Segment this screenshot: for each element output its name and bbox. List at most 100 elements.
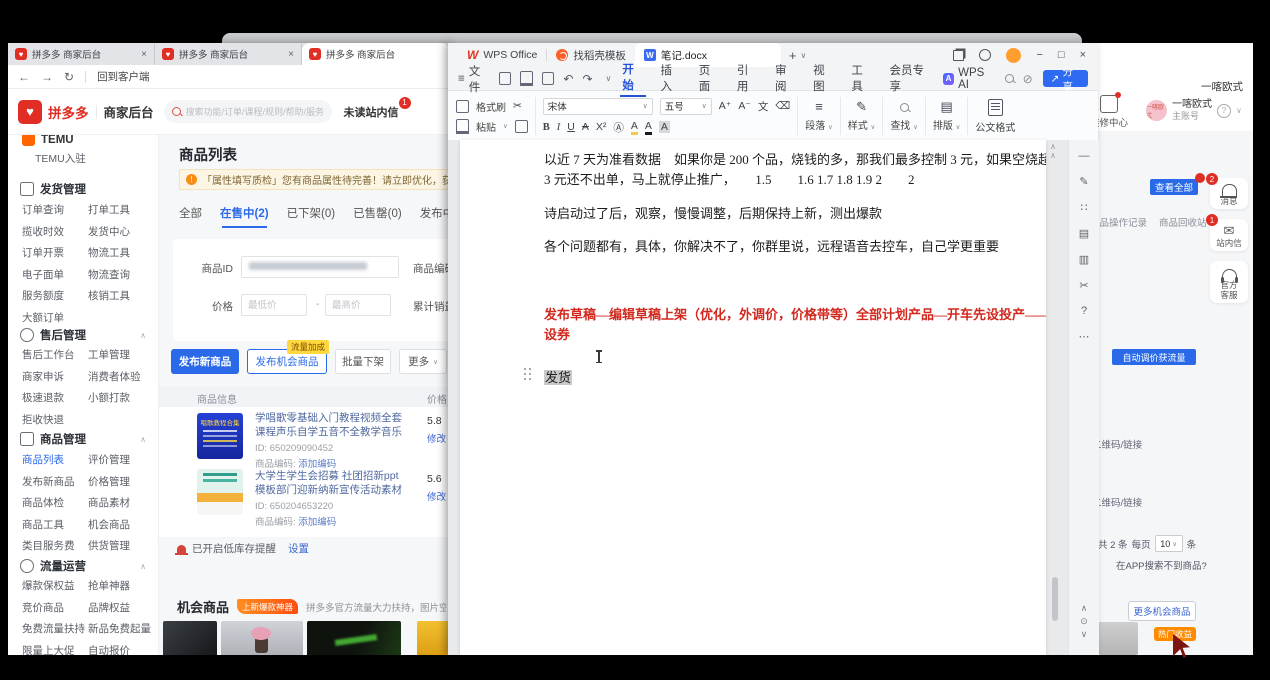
opportunity-image[interactable] <box>163 621 217 657</box>
enclosed-char-icon[interactable]: Ⓐ <box>613 120 624 135</box>
font-name-select[interactable]: 宋体∨ <box>543 98 653 115</box>
recycle-bin-link[interactable]: 商品回收站 <box>1159 215 1207 229</box>
sidebar-item[interactable]: 商品工具 <box>22 517 88 532</box>
undo-icon[interactable]: ↶ <box>563 72 573 86</box>
find-group[interactable]: 查找 ∨ <box>890 100 918 132</box>
app-search-tip-link[interactable]: 在APP搜索不到商品? <box>1116 558 1207 572</box>
batch-off-button[interactable]: 批量下架 <box>335 349 391 374</box>
product-title-link[interactable]: 学唱歌零基础入门教程视频全套课程声乐自学五音不全教学音乐技巧 <box>255 411 405 439</box>
close-icon[interactable]: × <box>141 49 147 60</box>
sidebar-section-aftersale[interactable]: 售后管理 ∧ <box>20 327 146 343</box>
menu-tab[interactable]: 插入 <box>659 62 684 96</box>
sidebar-item[interactable]: 商家申诉 <box>22 369 88 384</box>
paragraph-drag-handle[interactable] <box>524 368 532 381</box>
paragraph-group[interactable]: ≡ 段落 ∨ <box>805 100 833 132</box>
sidebar-item[interactable]: 新品免费起量 <box>88 621 148 636</box>
product-title-link[interactable]: 大学生学生会招募 社团招新ppt模板部门迎新纳新宣传活动素材ppt <box>255 469 405 497</box>
skin-icon[interactable] <box>979 49 991 61</box>
forward-icon[interactable]: → <box>41 70 53 84</box>
sidebar-item[interactable]: 服务额度 <box>22 288 88 303</box>
status-tab[interactable]: 已售罄(0) <box>353 205 402 228</box>
menu-tab[interactable]: 审阅 <box>773 62 798 96</box>
sidebar-item[interactable]: 机会商品 <box>88 517 148 532</box>
menu-tab[interactable]: 工具 <box>849 62 874 96</box>
sidebar-item[interactable]: 消费者体验 <box>88 369 148 384</box>
italic-icon[interactable]: I <box>557 122 561 133</box>
back-to-client-link[interactable]: 回到客户端 <box>97 69 150 84</box>
help-icon[interactable]: ? <box>1217 104 1231 118</box>
chart-tool-icon[interactable]: ▥ <box>1079 253 1089 266</box>
sidebar-item[interactable]: 小额打款 <box>88 390 148 405</box>
browser-tab-active[interactable]: ♥ 拼多多 商家后台 <box>302 43 449 65</box>
add-code-link[interactable]: 添加编码 <box>298 517 336 528</box>
status-tab[interactable]: 在售中(2) <box>220 205 269 228</box>
minimize-icon[interactable]: − <box>1036 49 1042 61</box>
sidebar-item[interactable]: 订单查询 <box>22 202 88 217</box>
opportunity-image[interactable] <box>307 621 401 657</box>
sidebar-item[interactable]: 工单管理 <box>88 347 148 362</box>
edit-price-link[interactable]: 修改 <box>427 431 446 445</box>
global-search-box[interactable]: 搜索功能/订单/课程/规则/帮助/服务 <box>164 100 332 123</box>
share-button[interactable]: ↗ 分享 <box>1043 70 1088 87</box>
deco-center-entry[interactable]: 装修中心 <box>1096 95 1136 129</box>
edit-price-link[interactable]: 修改 <box>427 489 446 503</box>
rail-item-mail[interactable]: 1 ✉ 站内信 <box>1210 219 1248 251</box>
select-tool-icon[interactable]: ∷ <box>1081 201 1088 214</box>
price-max-input[interactable] <box>325 294 391 316</box>
sidebar-item[interactable]: 售后工作台 <box>22 347 88 362</box>
search-icon[interactable] <box>1005 74 1014 83</box>
sidebar-item[interactable]: 拒收快退 <box>22 412 88 427</box>
superscript-icon[interactable]: X² <box>596 121 607 133</box>
sidebar-item[interactable]: 供货管理 <box>88 538 148 553</box>
layout-group[interactable]: ▤ 排版 ∨ <box>933 100 961 132</box>
opportunity-image[interactable] <box>417 621 450 657</box>
status-tab[interactable]: 发布中(0) <box>420 205 450 228</box>
sidebar-item[interactable]: 评价管理 <box>88 452 148 467</box>
document-page[interactable]: 以近 7 天为准看数据 如果你是 200 个品，烧钱的多，那我们最多控制 3 元… <box>460 140 1046 655</box>
highlight-color-icon[interactable]: A <box>631 120 638 135</box>
paste-special-icon[interactable] <box>515 120 528 133</box>
chevron-down-icon[interactable]: ∨ <box>1236 106 1242 115</box>
maximize-icon[interactable]: □ <box>1058 49 1065 61</box>
page-size-select[interactable]: 10 ∨ <box>1155 535 1183 552</box>
split-window-icon[interactable] <box>953 50 964 61</box>
stock-settings-link[interactable]: 设置 <box>288 541 309 556</box>
product-thumbnail[interactable]: 唱歌教程合集 <box>197 413 243 459</box>
preview-icon[interactable] <box>542 72 554 85</box>
sidebar-item[interactable]: 价格管理 <box>88 474 148 489</box>
sidebar-section-traffic[interactable]: 流量运营 ∧ <box>20 558 146 574</box>
underline-icon[interactable]: U <box>567 121 575 133</box>
redo-icon[interactable]: ↷ <box>582 72 592 86</box>
sidebar-item[interactable]: 品牌权益 <box>88 600 148 615</box>
more-opportunity-button[interactable]: 更多机会商品 <box>1128 601 1196 621</box>
sidebar-item[interactable]: 电子面单 <box>22 267 88 282</box>
sidebar-item[interactable]: 核销工具 <box>88 288 148 303</box>
sidebar-item[interactable]: 发布新商品 <box>22 474 88 489</box>
sidebar-temu-header[interactable]: TEMU <box>22 135 74 146</box>
paste-label[interactable]: 粘贴 <box>476 119 496 134</box>
sidebar-item[interactable]: 免费流量扶持 <box>22 621 88 636</box>
chevron-down-icon[interactable]: ∨ <box>606 74 612 83</box>
sidebar-item[interactable]: 抢单神器 <box>88 578 148 593</box>
format-painter-icon[interactable] <box>456 100 469 113</box>
browser-tab[interactable]: ♥ 拼多多 商家后台 × <box>155 43 302 65</box>
strikethrough-icon[interactable]: A <box>582 121 589 133</box>
reload-icon[interactable]: ↻ <box>64 70 74 84</box>
more-tools-icon[interactable]: ⋯ <box>1079 330 1090 343</box>
file-menu[interactable]: ≡ 文件 <box>458 63 490 95</box>
sidebar-item[interactable]: 大额订单 <box>22 310 88 325</box>
status-tab[interactable]: 已下架(0) <box>287 205 336 228</box>
sidebar-section-goods[interactable]: 商品管理 ∧ <box>20 431 146 447</box>
menu-tab[interactable]: 页面 <box>697 62 722 96</box>
sidebar-item[interactable]: 物流工具 <box>88 245 148 260</box>
paste-icon[interactable] <box>456 119 469 134</box>
unread-mail-link[interactable]: 未读站内信 1 <box>344 104 399 120</box>
opportunity-image[interactable] <box>221 621 303 657</box>
menu-tab[interactable]: 引用 <box>735 62 760 96</box>
product-thumbnail[interactable] <box>197 469 243 515</box>
rail-item-service[interactable]: 官方客服 <box>1210 261 1248 303</box>
help-icon[interactable]: ? <box>1081 305 1087 317</box>
sidebar-item[interactable]: 商品体检 <box>22 495 88 510</box>
sidebar-section-shipping[interactable]: 发货管理 <box>20 181 146 197</box>
sidebar-item[interactable]: 商品素材 <box>88 495 148 510</box>
